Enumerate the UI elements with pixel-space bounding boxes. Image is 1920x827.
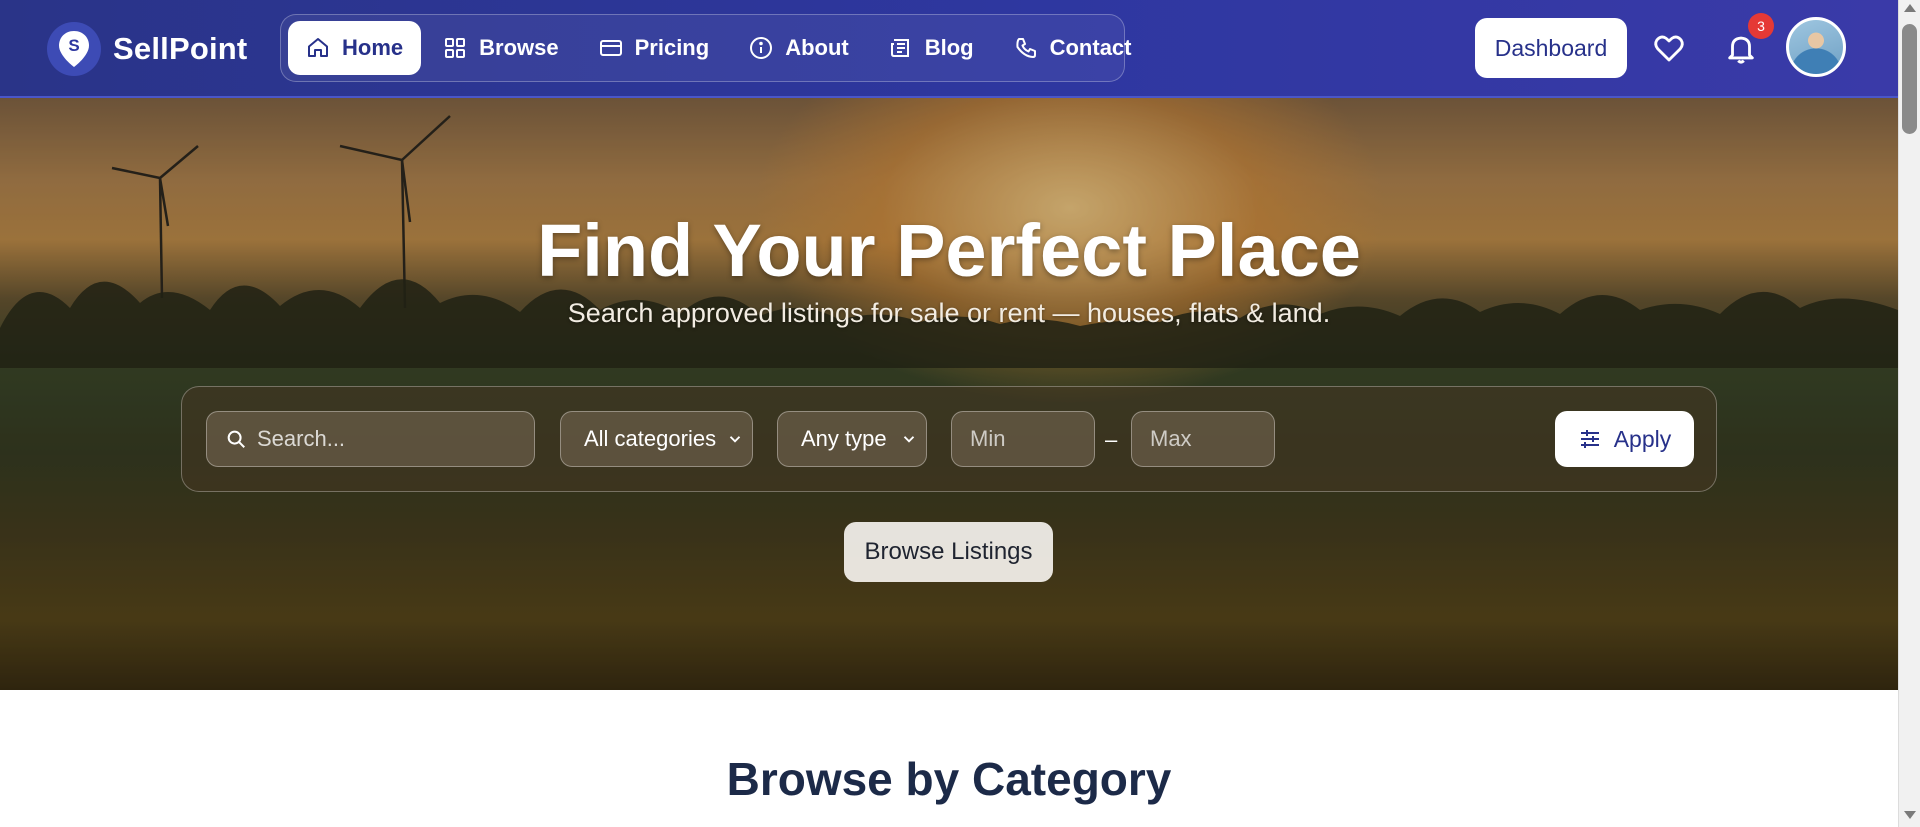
- type-selected-value: Any type: [801, 426, 887, 451]
- category-select[interactable]: All categories: [560, 411, 753, 467]
- chevron-down-icon: [729, 436, 741, 443]
- home-icon: [308, 38, 328, 57]
- apply-label: Apply: [1613, 425, 1672, 452]
- nav-label-about: About: [785, 35, 849, 60]
- nav-item-blog[interactable]: Blog: [871, 21, 992, 75]
- nav-label-contact: Contact: [1049, 35, 1132, 60]
- phone-icon: [1016, 38, 1036, 58]
- nav-label-blog: Blog: [924, 35, 974, 60]
- apply-button[interactable]: Apply: [1555, 411, 1694, 467]
- nav-item-browse[interactable]: Browse: [425, 21, 576, 75]
- search-filter-bar: Search... All categories Any type Min – …: [181, 386, 1717, 492]
- search-input[interactable]: Search...: [206, 411, 535, 467]
- info-icon: [750, 37, 773, 59]
- dashboard-button[interactable]: Dashboard: [1475, 18, 1627, 78]
- section-title: Browse by Category: [726, 753, 1172, 805]
- category-selected-value: All categories: [584, 426, 717, 451]
- hero-title: Find Your Perfect Place: [537, 209, 1361, 292]
- range-separator: –: [1105, 427, 1118, 452]
- top-navbar: S SellPoint Home Browse Pricing About Bl…: [0, 0, 1898, 98]
- card-icon: [599, 40, 622, 56]
- page-scrollbar[interactable]: [1898, 0, 1920, 827]
- search-icon: [227, 430, 245, 448]
- browse-listings-button[interactable]: Browse Listings: [844, 522, 1053, 582]
- nav-item-pricing[interactable]: Pricing: [581, 21, 728, 75]
- grid-icon: [445, 38, 466, 58]
- scroll-down-arrow-icon[interactable]: [1904, 811, 1916, 819]
- main-nav: Home Browse Pricing About Blog Contact: [280, 14, 1132, 82]
- notification-badge: 3: [1748, 13, 1774, 39]
- favorites-button[interactable]: [1649, 28, 1689, 68]
- max-price-input[interactable]: Max: [1131, 411, 1275, 467]
- sliders-icon: [1580, 430, 1599, 448]
- min-placeholder: Min: [970, 426, 1006, 451]
- scroll-up-arrow-icon[interactable]: [1904, 4, 1916, 12]
- max-placeholder: Max: [1150, 426, 1192, 451]
- newspaper-icon: [890, 39, 909, 57]
- nav-item-about[interactable]: About: [731, 21, 867, 75]
- nav-item-contact[interactable]: Contact: [996, 21, 1150, 75]
- hero-banner: Find Your Perfect Place Search approved …: [0, 98, 1898, 690]
- brand[interactable]: S SellPoint: [47, 21, 247, 77]
- hero-subtitle: Search approved listings for sale or ren…: [567, 298, 1331, 328]
- scroll-thumb[interactable]: [1902, 24, 1917, 134]
- nav-label-browse: Browse: [479, 35, 559, 60]
- map-pin-logo-icon: S: [47, 22, 101, 76]
- nav-item-home[interactable]: Home: [288, 21, 422, 75]
- brand-name: SellPoint: [113, 31, 248, 66]
- nav-label-pricing: Pricing: [634, 35, 710, 60]
- heart-icon: [1654, 35, 1684, 62]
- type-select[interactable]: Any type: [777, 411, 927, 467]
- chevron-down-icon: [903, 436, 915, 443]
- min-price-input[interactable]: Min: [951, 411, 1095, 467]
- search-placeholder: Search...: [257, 426, 346, 451]
- nav-label-home: Home: [342, 35, 404, 60]
- avatar[interactable]: [1786, 17, 1846, 77]
- svg-text:S: S: [68, 36, 79, 55]
